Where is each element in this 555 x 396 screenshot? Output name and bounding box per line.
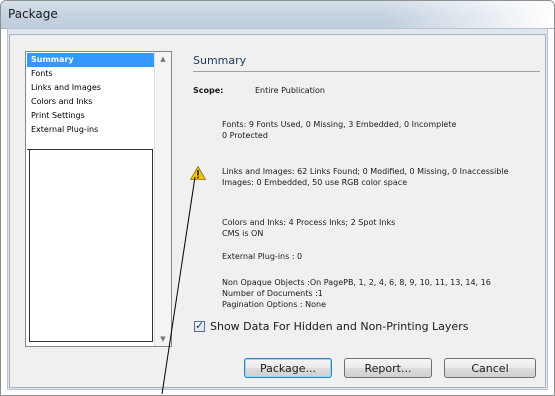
links-summary-line: Links and Images: 62 Links Found; 0 Modi… xyxy=(222,167,509,176)
sidebar-item-print-settings[interactable]: Print Settings xyxy=(27,109,154,123)
title-bar[interactable]: Package xyxy=(1,1,554,29)
panel-heading: Summary xyxy=(193,54,247,67)
colors-summary-line: Colors and Inks: 4 Process Inks; 2 Spot … xyxy=(222,218,396,227)
fonts-summary-line: Fonts: 9 Fonts Used, 0 Missing, 3 Embedd… xyxy=(222,120,457,129)
fonts-protected-line: 0 Protected xyxy=(222,131,268,140)
sidebar-item-colors-and-inks[interactable]: Colors and Inks xyxy=(27,95,154,109)
scope-value: Entire Publication xyxy=(255,86,325,95)
sidebar-item-external-plugins[interactable]: External Plug-ins xyxy=(27,123,154,137)
cancel-button[interactable]: Cancel xyxy=(444,358,536,378)
package-button[interactable]: Package... xyxy=(244,358,332,378)
sidebar-item-fonts[interactable]: Fonts xyxy=(27,67,154,81)
window-title: Package xyxy=(8,7,58,21)
list-empty-area xyxy=(29,150,153,342)
sidebar-item-links-and-images[interactable]: Links and Images xyxy=(27,81,154,95)
report-button[interactable]: Report... xyxy=(344,358,432,378)
show-hidden-layers-checkbox[interactable]: ✓ xyxy=(194,319,205,332)
cms-status-line: CMS is ON xyxy=(222,229,264,238)
non-opaque-objects-line: Non Opaque Objects :On PagePB, 1, 2, 4, … xyxy=(222,278,491,287)
checkmark-icon: ✓ xyxy=(195,319,205,332)
scope-label: Scope: xyxy=(193,86,224,95)
heading-divider xyxy=(193,71,540,72)
pagination-options-line: Pagination Options : None xyxy=(222,300,327,309)
sidebar-item-summary[interactable]: Summary xyxy=(27,53,154,67)
list-scrollbar[interactable]: ▲ ▼ xyxy=(154,52,171,346)
title-bar-fade xyxy=(384,1,554,28)
plugins-summary-line: External Plug-ins : 0 xyxy=(222,252,303,261)
scroll-down-arrow-icon[interactable]: ▼ xyxy=(155,332,171,346)
scroll-up-arrow-icon[interactable]: ▲ xyxy=(155,52,171,66)
document-count-line: Number of Documents :1 xyxy=(222,289,323,298)
warning-icon xyxy=(190,166,206,180)
section-list[interactable]: Summary Fonts Links and Images Colors an… xyxy=(25,51,172,347)
images-summary-line: Images: 0 Embedded, 50 use RGB color spa… xyxy=(222,178,408,187)
show-hidden-layers-label[interactable]: Show Data For Hidden and Non-Printing La… xyxy=(210,320,468,333)
